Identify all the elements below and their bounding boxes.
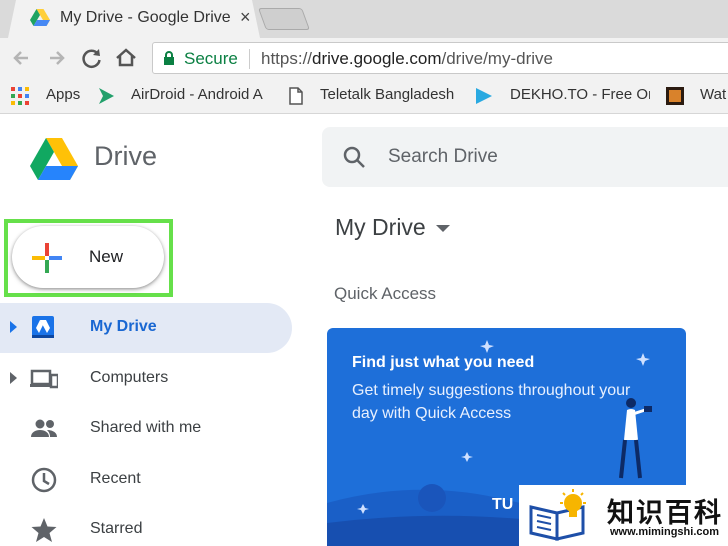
url-host: drive.google.com xyxy=(312,49,442,68)
clock-icon xyxy=(31,467,57,493)
expand-caret-icon[interactable] xyxy=(10,372,17,384)
home-icon[interactable] xyxy=(112,44,140,72)
watermark: 知识百科 www.mimingshi.com xyxy=(519,485,728,546)
page-icon xyxy=(289,87,303,105)
drive-logo-icon[interactable] xyxy=(30,138,78,180)
sidebar-item-starred[interactable]: Starred xyxy=(0,505,292,546)
shared-people-icon xyxy=(31,419,57,437)
book-lightbulb-logo-icon xyxy=(529,489,586,541)
bookmark-airdroid[interactable]: AirDroid - Android A xyxy=(131,86,269,103)
secure-label: Secure xyxy=(184,49,238,68)
sidebar-item-label: My Drive xyxy=(90,318,157,335)
sidebar-item-label: Recent xyxy=(90,470,141,487)
star-icon xyxy=(31,518,57,542)
my-drive-icon xyxy=(32,316,54,338)
bookmark-teletalk[interactable]: Teletalk Bangladesh xyxy=(320,86,456,103)
tab-strip: My Drive - Google Drive × xyxy=(0,0,728,38)
browser-toolbar: Secure https://drive.google.com/drive/my… xyxy=(0,38,728,78)
watermark-url: www.mimingshi.com xyxy=(610,526,719,538)
bookmark-apps[interactable]: Apps xyxy=(46,86,80,103)
search-input[interactable]: Search Drive xyxy=(388,146,498,168)
plus-icon xyxy=(32,243,62,273)
bookmark-dekho[interactable]: DEKHO.TO - Free On xyxy=(510,86,650,103)
url-scheme: https:// xyxy=(261,49,313,68)
new-button-label: New xyxy=(89,247,124,266)
computers-icon xyxy=(30,369,58,389)
new-tab-button[interactable] xyxy=(257,8,311,30)
turn-on-button[interactable]: TU xyxy=(492,496,513,514)
lock-icon xyxy=(164,51,174,65)
new-button[interactable]: New xyxy=(12,226,164,288)
tab-close-icon[interactable]: × xyxy=(240,7,251,28)
sidebar-item-shared[interactable]: Shared with me xyxy=(0,404,292,454)
sidebar-item-recent[interactable]: Recent xyxy=(0,455,292,505)
sidebar-item-label: Starred xyxy=(90,520,143,537)
watermark-chinese-text: 知识百科 xyxy=(607,498,723,528)
dekho-icon xyxy=(476,88,492,104)
airdroid-icon xyxy=(99,88,114,104)
address-bar[interactable]: Secure https://drive.google.com/drive/my… xyxy=(152,42,728,74)
url-text[interactable]: https://drive.google.com/drive/my-drive xyxy=(261,49,553,69)
expand-caret-icon[interactable] xyxy=(10,321,17,333)
url-path: /drive/my-drive xyxy=(441,49,553,68)
sidebar-item-label: Computers xyxy=(90,369,169,386)
sidebar-item-label: Shared with me xyxy=(90,419,202,436)
bookmark-watch[interactable]: Wat xyxy=(700,86,726,103)
apps-grid-icon xyxy=(11,87,29,105)
search-icon[interactable] xyxy=(342,145,366,169)
back-icon[interactable] xyxy=(8,44,36,72)
browser-tab[interactable]: My Drive - Google Drive × xyxy=(8,0,260,38)
reload-icon[interactable] xyxy=(78,44,106,72)
bookmarks-bar: Apps AirDroid - Android A Teletalk Bangl… xyxy=(0,78,728,114)
forward-icon[interactable] xyxy=(42,44,70,72)
drive-favicon-icon xyxy=(30,9,50,27)
search-bar[interactable]: Search Drive xyxy=(322,127,728,187)
film-icon xyxy=(666,87,684,105)
sidebar-item-computers[interactable]: Computers xyxy=(0,354,292,404)
sidebar-item-my-drive[interactable]: My Drive xyxy=(0,303,292,353)
page-title[interactable]: My Drive xyxy=(335,214,426,241)
quick-access-card-body: Get timely suggestions throughout your d… xyxy=(352,382,631,422)
app-name: Drive xyxy=(94,141,158,171)
tab-title: My Drive - Google Drive xyxy=(60,9,231,26)
address-divider xyxy=(249,49,250,69)
quick-access-card-title: Find just what you need xyxy=(352,354,535,371)
quick-access-label: Quick Access xyxy=(334,284,437,303)
chevron-down-icon[interactable] xyxy=(436,225,450,232)
